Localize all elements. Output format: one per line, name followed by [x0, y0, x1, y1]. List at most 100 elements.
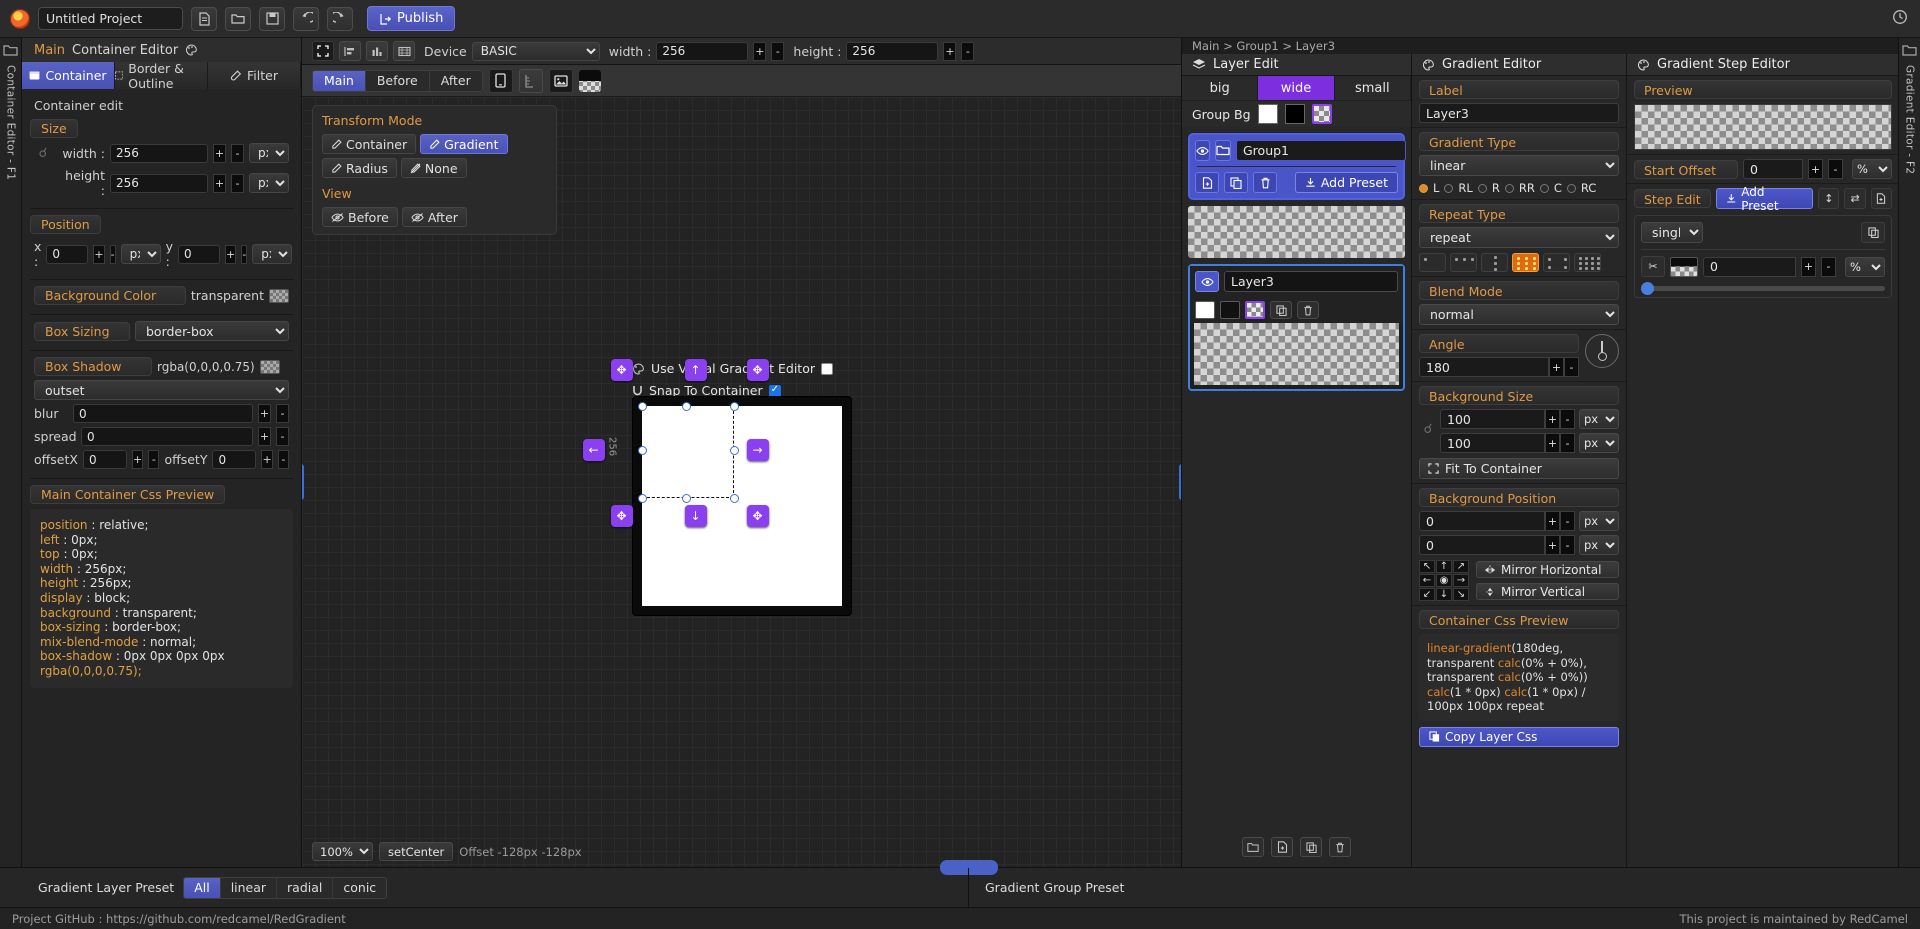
- preset-tab-radial[interactable]: radial: [277, 877, 334, 898]
- layer-delete-icon[interactable]: [1297, 301, 1319, 319]
- bg-size-width-decrement-button[interactable]: -: [1560, 409, 1575, 429]
- canvas-width-input[interactable]: [656, 41, 749, 61]
- pad-left[interactable]: ←: [1419, 574, 1435, 587]
- radio-C[interactable]: [1539, 183, 1549, 193]
- start-offset-increment-button[interactable]: +: [1808, 159, 1823, 179]
- repeat-pattern-round[interactable]: [1574, 253, 1601, 272]
- pad-top-left[interactable]: ↖: [1419, 560, 1435, 573]
- fit-to-container-button[interactable]: Fit To Container: [1419, 458, 1619, 479]
- height-increment-button[interactable]: +: [213, 173, 226, 193]
- preset-tab-all[interactable]: All: [184, 877, 221, 898]
- step-duplicate-icon[interactable]: [1861, 222, 1885, 243]
- step-offset-input[interactable]: [1703, 256, 1796, 277]
- group-delete-icon[interactable]: [1253, 172, 1277, 193]
- blur-increment-button[interactable]: +: [258, 404, 271, 423]
- bg-pos-x-unit-select[interactable]: px: [1579, 511, 1619, 531]
- set-center-button[interactable]: setCenter: [379, 842, 454, 861]
- snap-to-container-checkbox[interactable]: [768, 384, 781, 397]
- box-shadow-color-swatch[interactable]: [259, 359, 280, 374]
- repeat-pattern-y[interactable]: [1481, 253, 1508, 272]
- ruler-icon[interactable]: [518, 68, 543, 93]
- view-tab-before[interactable]: Before: [365, 70, 430, 91]
- bg-size-link-icon[interactable]: ☌: [1419, 422, 1437, 437]
- zoom-select[interactable]: 100%: [312, 842, 373, 861]
- layer-duplicate-icon[interactable]: [1270, 301, 1292, 319]
- undo-icon[interactable]: [293, 6, 319, 31]
- tab-border-outline[interactable]: Border & Outline: [115, 61, 208, 91]
- box-sizing-select[interactable]: border-box: [135, 321, 289, 341]
- bg-pos-y-unit-select[interactable]: px: [1579, 535, 1619, 555]
- step-swap-icon[interactable]: ⇄: [1844, 188, 1866, 209]
- group-visibility-eye-icon[interactable]: [1195, 140, 1210, 161]
- step-offset-increment-button[interactable]: +: [1801, 256, 1816, 277]
- height-decrement-button[interactable]: -: [231, 173, 244, 193]
- step-offset-unit-select[interactable]: %: [1845, 256, 1885, 277]
- radio-R[interactable]: [1477, 183, 1487, 193]
- use-visual-gradient-editor-checkbox[interactable]: [821, 362, 833, 375]
- link-chain-icon[interactable]: ☌: [34, 146, 52, 161]
- radio-RR[interactable]: [1504, 183, 1514, 193]
- layer-visibility-eye-icon[interactable]: [1195, 271, 1219, 292]
- move-handle-top-left[interactable]: ✥: [610, 359, 633, 381]
- redo-icon[interactable]: [327, 6, 353, 31]
- offsety-decrement-button[interactable]: -: [277, 450, 289, 469]
- view-after-button[interactable]: After: [401, 207, 467, 227]
- pad-bottom-left[interactable]: ↙: [1419, 588, 1435, 601]
- bg-size-width-increment-button[interactable]: +: [1545, 409, 1560, 429]
- tab-container[interactable]: Container: [22, 62, 115, 89]
- add-layer-icon[interactable]: [1271, 837, 1293, 857]
- x-decrement-button[interactable]: -: [109, 244, 116, 264]
- history-icon[interactable]: [1892, 9, 1908, 25]
- width-increment-button[interactable]: +: [213, 143, 226, 163]
- gradient-handle-tl[interactable]: [637, 402, 647, 411]
- pad-top-right[interactable]: ↗: [1453, 560, 1469, 573]
- y-increment-button[interactable]: +: [225, 244, 237, 264]
- angle-increment-button[interactable]: +: [1549, 357, 1564, 377]
- step-position-slider[interactable]: [1641, 282, 1885, 295]
- box-shadow-type-select[interactable]: outset: [34, 380, 289, 400]
- step-color-swatch[interactable]: [1670, 256, 1698, 277]
- delete-layer-icon[interactable]: [1329, 837, 1351, 857]
- step-add-preset-button[interactable]: Add Preset: [1715, 185, 1814, 213]
- layer-size-big[interactable]: big: [1182, 76, 1259, 100]
- offsetx-increment-button[interactable]: +: [131, 450, 144, 469]
- canvas-left-grip[interactable]: [302, 464, 304, 500]
- group-add-icon[interactable]: [1195, 172, 1219, 193]
- radio-RC[interactable]: [1566, 183, 1576, 193]
- repeat-type-select[interactable]: repeat: [1419, 227, 1619, 248]
- start-offset-unit-select[interactable]: %: [1852, 159, 1892, 179]
- y-input[interactable]: [178, 244, 221, 264]
- gradient-type-select[interactable]: linear: [1419, 155, 1619, 176]
- preset-tab-conic[interactable]: conic: [333, 877, 387, 898]
- start-offset-decrement-button[interactable]: -: [1828, 159, 1843, 179]
- offsety-input[interactable]: [212, 450, 257, 469]
- transparency-icon[interactable]: [578, 69, 601, 92]
- move-handle-top-right[interactable]: ✥: [746, 359, 769, 381]
- x-unit-select[interactable]: px: [120, 244, 161, 264]
- bg-pos-y-increment-button[interactable]: +: [1545, 535, 1560, 555]
- bg-size-height-input[interactable]: [1440, 433, 1545, 453]
- move-handle-down[interactable]: ↓: [684, 505, 707, 527]
- layer-bg-white-swatch[interactable]: [1195, 301, 1215, 319]
- repeat-pattern-space[interactable]: [1543, 253, 1570, 272]
- spread-decrement-button[interactable]: -: [276, 427, 289, 446]
- device-select[interactable]: BASIC: [471, 41, 600, 61]
- move-handle-left[interactable]: ←: [582, 439, 605, 461]
- repeat-pattern-both[interactable]: [1512, 253, 1539, 272]
- canvas-width-increment-button[interactable]: +: [753, 41, 767, 61]
- transform-mode-radius-button[interactable]: Radius: [322, 158, 397, 178]
- start-offset-input[interactable]: [1743, 159, 1803, 179]
- pad-bottom-right[interactable]: ↘: [1453, 588, 1469, 601]
- step-cut-icon[interactable]: ✂: [1641, 256, 1665, 277]
- y-decrement-button[interactable]: -: [241, 244, 248, 264]
- layer-bg-transparent-swatch[interactable]: [1245, 301, 1265, 319]
- gradient-label-input[interactable]: [1419, 103, 1619, 123]
- width-decrement-button[interactable]: -: [231, 143, 244, 163]
- chart-icon[interactable]: [366, 41, 388, 61]
- background-color-swatch[interactable]: [269, 288, 289, 303]
- step-sort-icon[interactable]: ↕: [1818, 188, 1840, 209]
- width-unit-select[interactable]: px: [249, 143, 289, 163]
- canvas-right-grip[interactable]: [1179, 464, 1181, 500]
- gradient-handle-ml[interactable]: [637, 446, 647, 455]
- repeat-pattern-x[interactable]: [1450, 253, 1477, 272]
